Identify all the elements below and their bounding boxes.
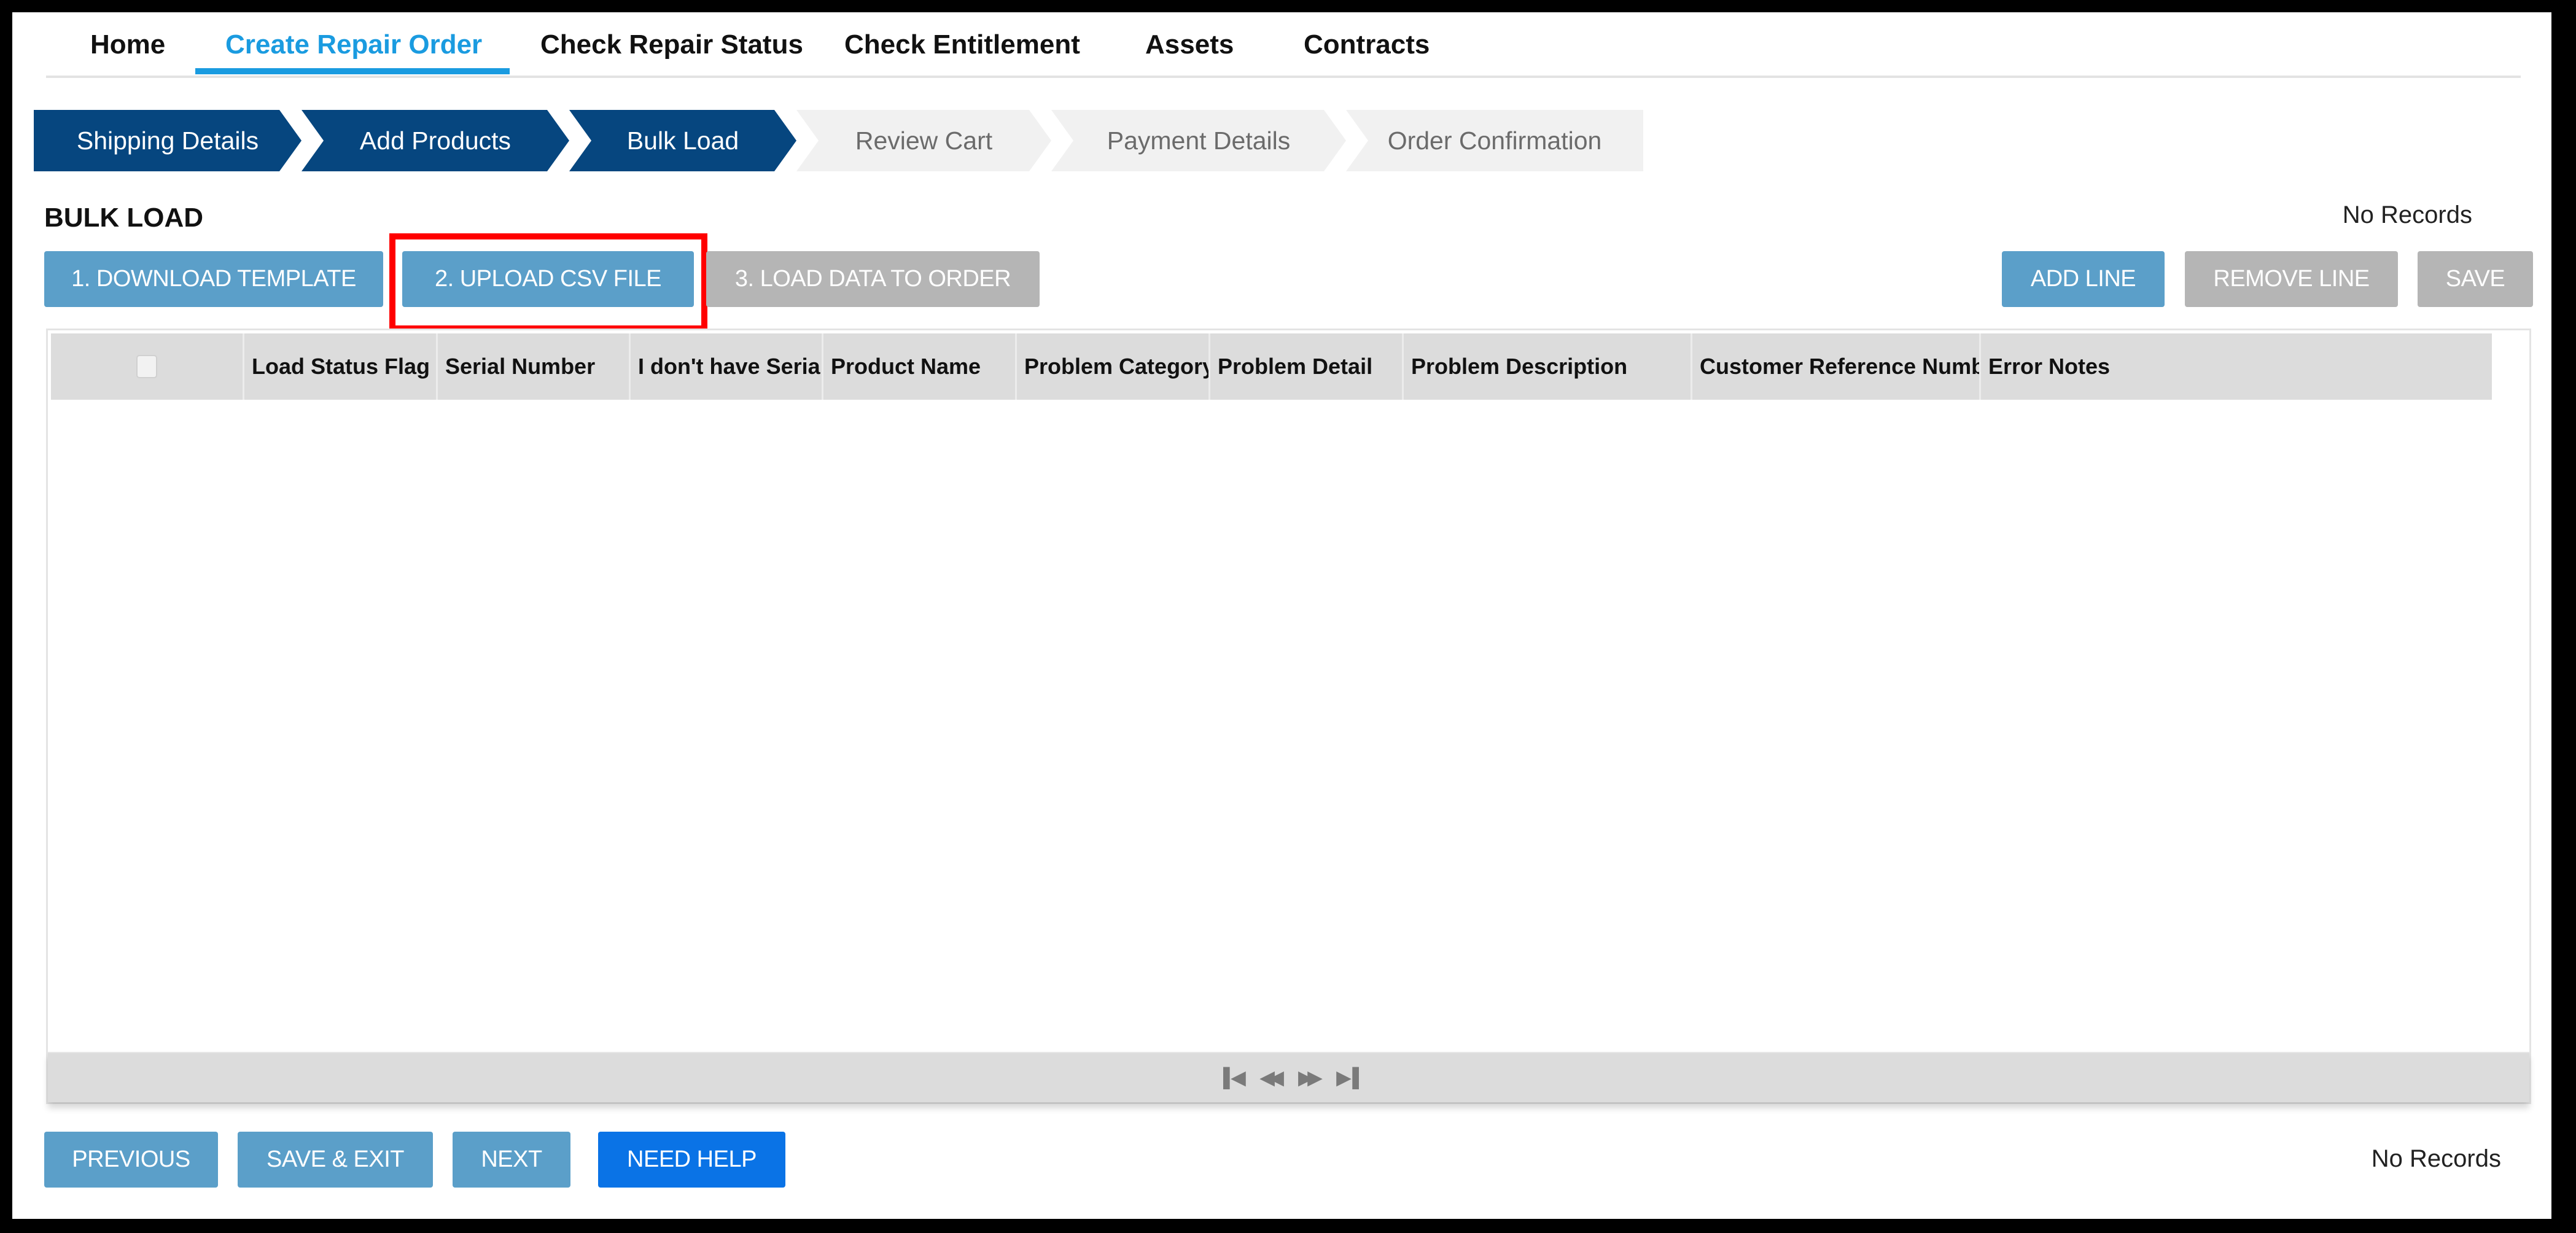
- grid-pager: ▌◀ ◀◀ ▶▶ ▶▐: [48, 1052, 2529, 1102]
- column-header-label: Product Name: [831, 354, 981, 379]
- column-header-label: Problem Category: [1024, 354, 1210, 379]
- need-help-button[interactable]: NEED HELP: [598, 1132, 785, 1188]
- top-nav: Home Create Repair Order Check Repair St…: [46, 12, 2521, 78]
- first-page-icon[interactable]: ▌◀: [1223, 1067, 1245, 1089]
- save-and-exit-button[interactable]: SAVE & EXIT: [238, 1132, 433, 1188]
- nav-item-check-repair-status[interactable]: Check Repair Status: [540, 29, 803, 60]
- step-shipping-details[interactable]: Shipping Details: [34, 110, 302, 171]
- section-title: BULK LOAD: [44, 203, 204, 233]
- column-header-label: Problem Description: [1411, 354, 1628, 379]
- column-header-product-name[interactable]: Product Name: [823, 333, 1017, 400]
- column-header-load-status-flag[interactable]: Load Status Flag: [244, 333, 438, 400]
- column-header-label: Load Status Flag: [252, 354, 430, 379]
- page-panel: Home Create Repair Order Check Repair St…: [12, 12, 2551, 1219]
- step-bulk-load[interactable]: Bulk Load: [569, 110, 796, 171]
- bulk-load-grid: Load Status Flag Serial Number I don't h…: [46, 329, 2531, 1104]
- download-template-button[interactable]: 1. DOWNLOAD TEMPLATE: [44, 251, 383, 307]
- nav-item-home[interactable]: Home: [90, 29, 165, 60]
- step-label: Payment Details: [1107, 126, 1291, 155]
- last-page-icon[interactable]: ▶▐: [1337, 1067, 1359, 1089]
- previous-page-icon[interactable]: ◀◀: [1260, 1067, 1283, 1089]
- column-header-problem-category[interactable]: Problem Category: [1017, 333, 1210, 400]
- remove-line-button[interactable]: REMOVE LINE: [2185, 251, 2398, 307]
- column-header-label: Customer Reference Numbe: [1700, 354, 1981, 379]
- records-count-top: No Records: [2342, 201, 2472, 228]
- column-header-problem-description[interactable]: Problem Description: [1404, 333, 1692, 400]
- next-button[interactable]: NEXT: [453, 1132, 570, 1188]
- next-page-icon[interactable]: ▶▶: [1299, 1067, 1322, 1089]
- column-header-serial-number[interactable]: Serial Number: [438, 333, 631, 400]
- active-tab-underline: [195, 68, 510, 74]
- highlight-box: [389, 233, 707, 332]
- step-label: Shipping Details: [76, 126, 259, 155]
- column-header-select: [51, 333, 244, 400]
- nav-item-assets[interactable]: Assets: [1145, 29, 1234, 60]
- column-header-no-serial[interactable]: I don't have Serial: [631, 333, 823, 400]
- nav-item-create-repair-order[interactable]: Create Repair Order: [225, 29, 482, 60]
- column-header-label: Problem Detail: [1218, 354, 1373, 379]
- step-label: Bulk Load: [626, 126, 739, 155]
- select-all-checkbox[interactable]: [136, 355, 157, 378]
- step-review-cart[interactable]: Review Cart: [796, 110, 1051, 171]
- grid-header: Load Status Flag Serial Number I don't h…: [51, 333, 2492, 400]
- step-label: Order Confirmation: [1387, 126, 1602, 155]
- step-label: Add Products: [359, 126, 512, 155]
- previous-button[interactable]: PREVIOUS: [44, 1132, 218, 1188]
- step-order-confirmation[interactable]: Order Confirmation: [1346, 110, 1643, 171]
- column-header-label: I don't have Serial: [638, 354, 823, 379]
- nav-item-contracts[interactable]: Contracts: [1304, 29, 1430, 60]
- nav-item-check-entitlement[interactable]: Check Entitlement: [844, 29, 1080, 60]
- column-header-problem-detail[interactable]: Problem Detail: [1210, 333, 1404, 400]
- column-header-label: Serial Number: [445, 354, 596, 379]
- column-header-error-notes[interactable]: Error Notes: [1981, 333, 2492, 400]
- save-button[interactable]: SAVE: [2418, 251, 2533, 307]
- step-label: Review Cart: [855, 126, 993, 155]
- records-count-bottom: No Records: [2371, 1145, 2501, 1172]
- column-header-label: Error Notes: [1988, 354, 2111, 379]
- column-header-customer-reference-number[interactable]: Customer Reference Numbe: [1692, 333, 1981, 400]
- add-line-button[interactable]: ADD LINE: [2002, 251, 2165, 307]
- step-payment-details[interactable]: Payment Details: [1051, 110, 1346, 171]
- step-add-products[interactable]: Add Products: [302, 110, 569, 171]
- load-data-to-order-button[interactable]: 3. LOAD DATA TO ORDER: [706, 251, 1040, 307]
